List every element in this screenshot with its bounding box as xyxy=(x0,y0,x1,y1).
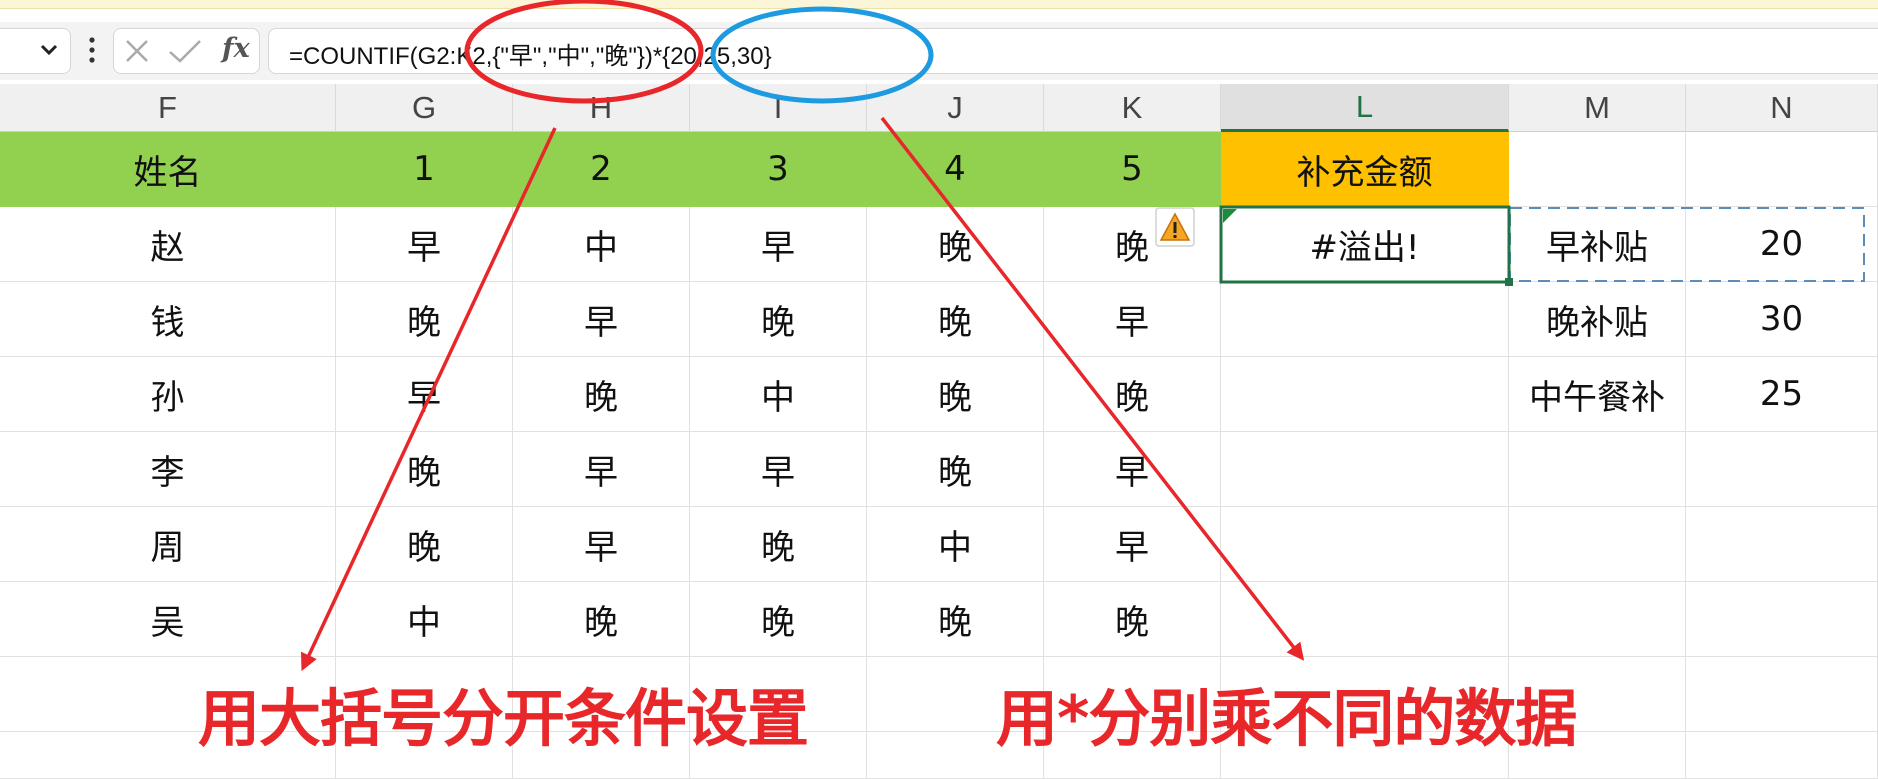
label-cell[interactable]: 晚补贴 xyxy=(1509,282,1686,357)
amount-cell[interactable] xyxy=(1686,507,1878,582)
header-cell-day3[interactable]: 3 xyxy=(690,132,867,207)
name-cell[interactable]: 周 xyxy=(0,507,336,582)
shift-cell[interactable]: 晚 xyxy=(867,432,1044,507)
column-header-J[interactable]: J xyxy=(867,84,1044,132)
cell[interactable] xyxy=(1686,132,1878,207)
header-cell-day4[interactable]: 4 xyxy=(867,132,1044,207)
cell[interactable] xyxy=(1686,732,1878,779)
shift-cell[interactable]: 晚 xyxy=(336,432,513,507)
column-header-I[interactable]: I xyxy=(690,84,867,132)
shift-cell[interactable]: 晚 xyxy=(690,507,867,582)
name-cell[interactable]: 李 xyxy=(0,432,336,507)
name-cell[interactable]: 钱 xyxy=(0,282,336,357)
shift-cell[interactable]: 晚 xyxy=(513,582,690,657)
more-vertical-icon[interactable] xyxy=(86,33,98,67)
formula-icons: fx xyxy=(113,28,260,74)
shift-cell[interactable]: 早 xyxy=(513,432,690,507)
shift-cell[interactable]: 中 xyxy=(336,582,513,657)
result-cell[interactable]: #溢出! xyxy=(1221,207,1509,282)
fx-icon[interactable]: fx xyxy=(222,33,250,64)
label-cell[interactable] xyxy=(1509,507,1686,582)
name-cell[interactable]: 赵 xyxy=(0,207,336,282)
result-cell[interactable] xyxy=(1221,582,1509,657)
result-cell[interactable] xyxy=(1221,357,1509,432)
shift-cell[interactable]: 晚 xyxy=(1044,207,1221,282)
window-top-strip xyxy=(0,0,1878,9)
shift-cell[interactable]: 晚 xyxy=(867,357,1044,432)
confirm-check-icon[interactable] xyxy=(168,38,202,64)
header-cell-day2[interactable]: 2 xyxy=(513,132,690,207)
shift-cell[interactable]: 晚 xyxy=(1044,582,1221,657)
shift-cell[interactable]: 中 xyxy=(513,207,690,282)
chevron-down-icon[interactable] xyxy=(40,43,58,57)
result-cell[interactable] xyxy=(1221,282,1509,357)
header-cell-day1[interactable]: 1 xyxy=(336,132,513,207)
shift-cell[interactable]: 晚 xyxy=(867,207,1044,282)
name-box[interactable] xyxy=(0,28,71,74)
cell[interactable] xyxy=(1509,132,1686,207)
amount-cell[interactable] xyxy=(1686,432,1878,507)
column-header-H[interactable]: H xyxy=(513,84,690,132)
label-cell[interactable]: 中午餐补 xyxy=(1509,357,1686,432)
column-header-L[interactable]: L xyxy=(1221,84,1509,132)
shift-cell[interactable]: 晚 xyxy=(867,582,1044,657)
header-cell-name[interactable]: 姓名 xyxy=(0,132,336,207)
shift-cell[interactable]: 早 xyxy=(690,432,867,507)
column-header-M[interactable]: M xyxy=(1509,84,1686,132)
formula-text: =COUNTIF(G2:K2,{"早","中","晚"})*{20,25,30} xyxy=(289,43,772,70)
shift-cell[interactable]: 早 xyxy=(690,207,867,282)
shift-cell[interactable]: 晚 xyxy=(1044,357,1221,432)
cell[interactable] xyxy=(1686,657,1878,732)
shift-cell[interactable]: 晚 xyxy=(690,582,867,657)
amount-cell[interactable]: 25 xyxy=(1686,357,1878,432)
shift-cell[interactable]: 早 xyxy=(336,357,513,432)
result-cell[interactable] xyxy=(1221,432,1509,507)
name-cell[interactable]: 孙 xyxy=(0,357,336,432)
annotation-right-text: 用*分别乘不同的数据 xyxy=(996,682,1577,755)
header-cell-supplement[interactable]: 补充金额 xyxy=(1221,132,1509,207)
cancel-x-icon[interactable] xyxy=(124,38,150,64)
column-header-K[interactable]: K xyxy=(1044,84,1221,132)
amount-cell[interactable]: 30 xyxy=(1686,282,1878,357)
shift-cell[interactable]: 早 xyxy=(513,282,690,357)
shift-cell[interactable]: 中 xyxy=(690,357,867,432)
amount-cell[interactable] xyxy=(1686,582,1878,657)
shift-cell[interactable]: 中 xyxy=(867,507,1044,582)
name-cell[interactable]: 吴 xyxy=(0,582,336,657)
shift-cell[interactable]: 早 xyxy=(1044,282,1221,357)
header-cell-day5[interactable]: 5 xyxy=(1044,132,1221,207)
shift-cell[interactable]: 晚 xyxy=(336,282,513,357)
shift-cell[interactable]: 晚 xyxy=(690,282,867,357)
annotation-left-text: 用大括号分开条件设置 xyxy=(198,682,809,755)
amount-cell[interactable]: 20 xyxy=(1686,207,1878,282)
column-header-N[interactable]: N xyxy=(1686,84,1878,132)
shift-cell[interactable]: 早 xyxy=(336,207,513,282)
shift-cell[interactable]: 晚 xyxy=(336,507,513,582)
column-header-F[interactable]: F xyxy=(0,84,336,132)
shift-cell[interactable]: 早 xyxy=(513,507,690,582)
shift-cell[interactable]: 早 xyxy=(1044,507,1221,582)
shift-cell[interactable]: 早 xyxy=(1044,432,1221,507)
shift-cell[interactable]: 晚 xyxy=(513,357,690,432)
shift-cell[interactable]: 晚 xyxy=(867,282,1044,357)
label-cell[interactable] xyxy=(1509,582,1686,657)
label-cell[interactable] xyxy=(1509,432,1686,507)
column-header-G[interactable]: G xyxy=(336,84,513,132)
formula-input[interactable]: =COUNTIF(G2:K2,{"早","中","晚"})*{20,25,30} xyxy=(268,28,1878,74)
result-cell[interactable] xyxy=(1221,507,1509,582)
label-cell[interactable]: 早补贴 xyxy=(1509,207,1686,282)
